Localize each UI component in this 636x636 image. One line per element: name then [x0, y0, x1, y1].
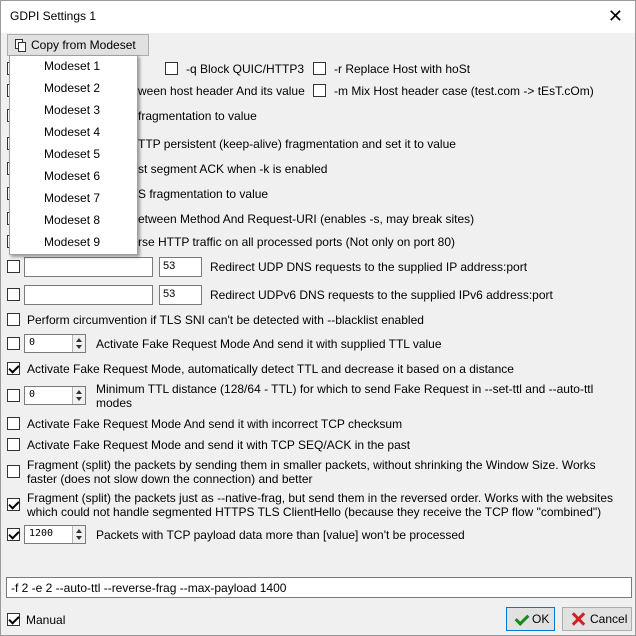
checkbox-blacklist[interactable] [7, 313, 20, 326]
set-ttl-value: 0 [29, 337, 36, 348]
max-payload-value: 1200 [29, 528, 54, 539]
dns-port-input[interactable]: 53 [159, 257, 202, 277]
label-method-space: etween Method And Request-URI (enables -… [138, 212, 475, 226]
ok-label: OK [532, 612, 550, 626]
copy-from-modeset-label: Copy from Modeset [31, 38, 136, 52]
chevron-down-icon[interactable] [76, 345, 82, 349]
label-https-frag: S fragmentation to value [138, 187, 269, 201]
spinner-arrows[interactable] [72, 526, 85, 543]
checkbox-wrong-seq[interactable] [7, 438, 20, 451]
menu-item-modeset-4[interactable]: Modeset 4 [44, 122, 100, 142]
command-line-field[interactable]: -f 2 -e 2 --auto-ttl --reverse-frag --ma… [6, 577, 632, 598]
label-wrong-seq: Activate Fake Request Mode and send it w… [27, 438, 411, 452]
dnsv6-ip-input[interactable] [24, 285, 153, 305]
dns-ip-input[interactable] [24, 257, 153, 277]
menu-item-modeset-5[interactable]: Modeset 5 [44, 144, 100, 164]
copy-icon [15, 39, 26, 52]
label-blacklist: Perform circumvention if TLS SNI can't b… [27, 313, 424, 327]
dnsv6-port-input[interactable]: 53 [159, 285, 202, 305]
checkbox-block-quic[interactable] [165, 62, 178, 75]
checkbox-dnsv6-redirect[interactable] [7, 288, 20, 301]
label-wrong-chksum: Activate Fake Request Mode And send it w… [27, 417, 403, 431]
label-block-quic: -q Block QUIC/HTTP3 [186, 62, 305, 76]
ok-button[interactable]: OK [506, 607, 555, 631]
menu-item-modeset-7[interactable]: Modeset 7 [44, 188, 100, 208]
label-dnsv6-redirect: Redirect UDPv6 DNS requests to the suppl… [210, 288, 553, 302]
cancel-label: Cancel [590, 612, 628, 626]
checkbox-set-ttl[interactable] [7, 337, 20, 350]
checkbox-auto-ttl[interactable] [7, 362, 20, 375]
dns-port-value: 53 [163, 260, 176, 272]
label-reverse-frag: Fragment (split) the packets just as --n… [27, 491, 614, 519]
close-icon [570, 611, 586, 627]
title-bar: GDPI Settings 1 ✕ [1, 1, 635, 33]
label-replace-host: -r Replace Host with hoSt [334, 62, 471, 76]
menu-item-modeset-6[interactable]: Modeset 6 [44, 166, 100, 186]
spinner-arrows[interactable] [72, 387, 85, 404]
max-payload-spinner[interactable]: 1200 [24, 525, 86, 544]
checkbox-dns-redirect[interactable] [7, 260, 20, 273]
checkbox-min-ttl[interactable] [7, 389, 20, 402]
menu-item-modeset-2[interactable]: Modeset 2 [44, 78, 100, 98]
label-all-ports: rse HTTP traffic on all processed ports … [138, 235, 456, 249]
label-dns-redirect: Redirect UDP DNS requests to the supplie… [210, 260, 528, 274]
modeset-dropdown-menu: Modeset 1 Modeset 2 Modeset 3 Modeset 4 … [9, 55, 138, 255]
chevron-down-icon[interactable] [76, 536, 82, 540]
chevron-down-icon[interactable] [76, 397, 82, 401]
command-line-value: -f 2 -e 2 --auto-ttl --reverse-frag --ma… [11, 581, 287, 595]
window-title: GDPI Settings 1 [10, 9, 97, 23]
label-host-space: ween host header And its value [138, 84, 305, 98]
checkbox-wrong-chksum[interactable] [7, 417, 20, 430]
label-min-ttl: Minimum TTL distance (128/64 - TTL) for … [96, 382, 594, 410]
min-ttl-value: 0 [29, 389, 36, 400]
menu-item-modeset-1[interactable]: Modeset 1 [44, 56, 100, 76]
checkbox-mix-host-case[interactable] [313, 84, 326, 97]
label-set-ttl: Activate Fake Request Mode And send it w… [96, 337, 442, 351]
set-ttl-spinner[interactable]: 0 [24, 334, 86, 353]
label-max-payload: Packets with TCP payload data more than … [96, 528, 465, 542]
spinner-arrows[interactable] [72, 335, 85, 352]
menu-item-modeset-3[interactable]: Modeset 3 [44, 100, 100, 120]
copy-from-modeset-button[interactable]: Copy from Modeset [7, 34, 149, 56]
checkbox-native-frag[interactable] [7, 465, 20, 478]
label-ack: st segment ACK when -k is enabled [138, 162, 328, 176]
chevron-up-icon[interactable] [76, 390, 82, 394]
checkbox-replace-host[interactable] [313, 62, 326, 75]
label-frag-value: fragmentation to value [138, 109, 257, 123]
chevron-up-icon[interactable] [76, 338, 82, 342]
checkbox-reverse-frag[interactable] [7, 498, 20, 511]
min-ttl-spinner[interactable]: 0 [24, 386, 86, 405]
checkbox-max-payload[interactable] [7, 528, 20, 541]
chevron-up-icon[interactable] [76, 529, 82, 533]
menu-item-modeset-8[interactable]: Modeset 8 [44, 210, 100, 230]
dnsv6-port-value: 53 [163, 288, 176, 300]
label-persistent-frag: TTP persistent (keep-alive) fragmentatio… [138, 137, 456, 151]
checkmark-icon [514, 612, 528, 626]
label-mix-host-case: -m Mix Host header case (test.com -> tEs… [334, 84, 594, 98]
close-icon[interactable]: ✕ [608, 7, 623, 25]
checkbox-manual[interactable] [7, 613, 20, 626]
cancel-button[interactable]: Cancel [562, 607, 632, 631]
label-auto-ttl: Activate Fake Request Mode, automaticall… [27, 362, 514, 376]
menu-item-modeset-9[interactable]: Modeset 9 [44, 232, 100, 252]
settings-window: GDPI Settings 1 ✕ Copy from Modeset -q B… [0, 0, 636, 636]
label-manual: Manual [26, 613, 66, 627]
label-native-frag: Fragment (split) the packets by sending … [27, 458, 596, 486]
